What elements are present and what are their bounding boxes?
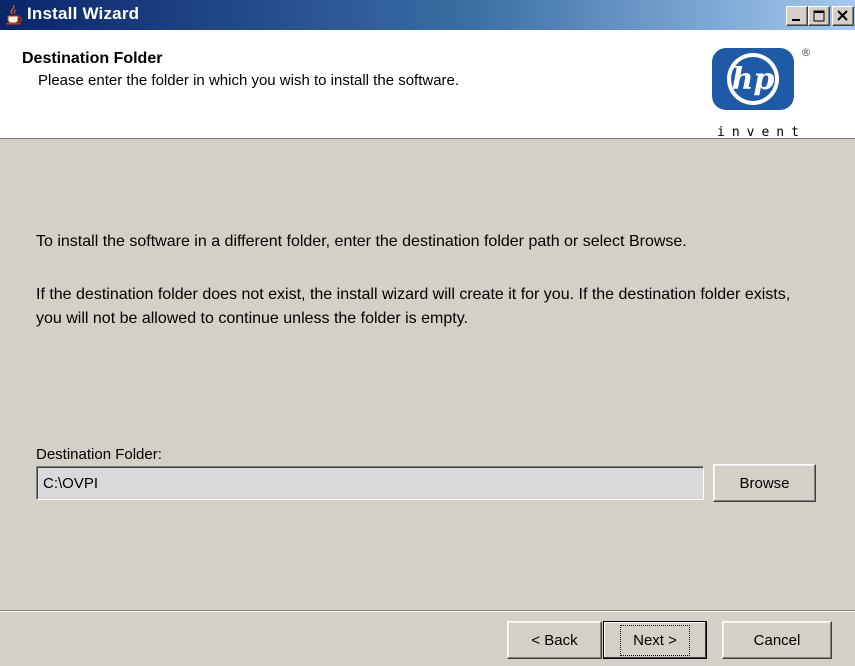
footer-divider bbox=[0, 610, 855, 612]
minimize-icon bbox=[792, 19, 800, 21]
folder-note-text: If the destination folder does not exist… bbox=[36, 286, 791, 327]
maximize-button[interactable] bbox=[808, 6, 830, 26]
minimize-button[interactable] bbox=[786, 6, 808, 26]
svg-text:®: ® bbox=[801, 46, 812, 59]
destination-folder-label: Destination Folder: bbox=[36, 446, 162, 463]
page-title: Destination Folder bbox=[22, 50, 163, 67]
install-wizard-window: Install Wizard Destination Folder Please… bbox=[0, 0, 855, 666]
window-title: Install Wizard bbox=[27, 4, 140, 23]
back-button[interactable]: < Back bbox=[507, 621, 602, 659]
instruction-text: To install the software in a different f… bbox=[36, 233, 687, 250]
close-button[interactable] bbox=[832, 6, 854, 26]
next-button[interactable]: Next > bbox=[603, 621, 707, 659]
title-bar[interactable]: Install Wizard bbox=[0, 0, 855, 30]
next-button-label: Next > bbox=[620, 624, 690, 656]
cancel-button[interactable]: Cancel bbox=[722, 621, 832, 659]
wizard-header: Destination Folder Please enter the fold… bbox=[0, 30, 855, 140]
maximize-icon bbox=[813, 10, 825, 22]
hp-logo: hp ® bbox=[710, 44, 814, 114]
logo-tagline: invent bbox=[717, 125, 806, 140]
close-icon bbox=[837, 10, 848, 21]
svg-text:hp: hp bbox=[732, 62, 775, 97]
destination-folder-input[interactable] bbox=[36, 466, 704, 500]
java-cup-icon[interactable] bbox=[4, 4, 24, 25]
browse-button[interactable]: Browse bbox=[713, 464, 816, 502]
page-subtitle: Please enter the folder in which you wis… bbox=[38, 72, 460, 89]
